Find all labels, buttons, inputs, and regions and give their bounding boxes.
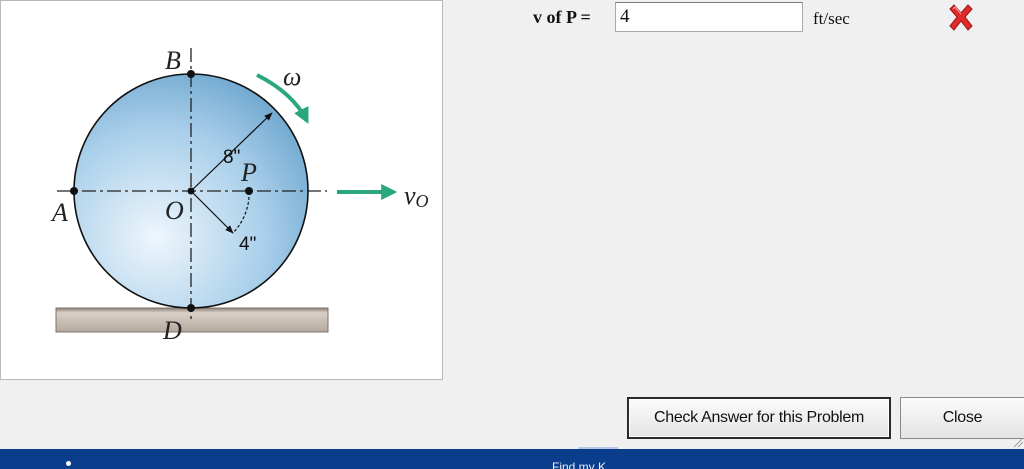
- point-a-marker: [70, 187, 78, 195]
- taskbar-dot-icon: [66, 461, 71, 466]
- taskbar: Find my K: [0, 449, 1024, 469]
- taskbar-text[interactable]: Find my K: [552, 460, 606, 469]
- wheel-diagram: B A O P D ω vO 8" 4": [50, 46, 429, 345]
- point-b-marker: [187, 70, 195, 78]
- point-d-marker: [187, 304, 195, 312]
- label-omega: ω: [283, 62, 301, 91]
- answer-unit: ft/sec: [813, 9, 850, 28]
- resize-grip-icon[interactable]: [1012, 434, 1024, 448]
- figure-panel: B A O P D ω vO 8" 4": [0, 0, 443, 380]
- point-o-marker: [187, 187, 195, 195]
- answer-input[interactable]: [615, 2, 803, 32]
- label-o: O: [165, 196, 184, 225]
- label-vo-sub: O: [416, 191, 429, 211]
- close-button[interactable]: Close: [900, 397, 1024, 439]
- label-p: P: [240, 158, 257, 187]
- label-vo: vO: [404, 181, 429, 211]
- point-p-marker: [245, 187, 253, 195]
- dim-inner-radius: 4": [239, 234, 256, 255]
- answer-label: v of P =: [533, 7, 591, 27]
- problem-window: B A O P D ω vO 8" 4" v of P = ft/sec Che…: [0, 0, 1024, 469]
- label-d: D: [162, 316, 182, 345]
- red-x-incorrect-icon: [949, 4, 973, 31]
- check-answer-button[interactable]: Check Answer for this Problem: [627, 397, 891, 439]
- label-b: B: [165, 46, 181, 75]
- dim-outer-radius: 8": [223, 147, 240, 168]
- label-a: A: [50, 198, 68, 227]
- label-vo-main: v: [404, 181, 416, 210]
